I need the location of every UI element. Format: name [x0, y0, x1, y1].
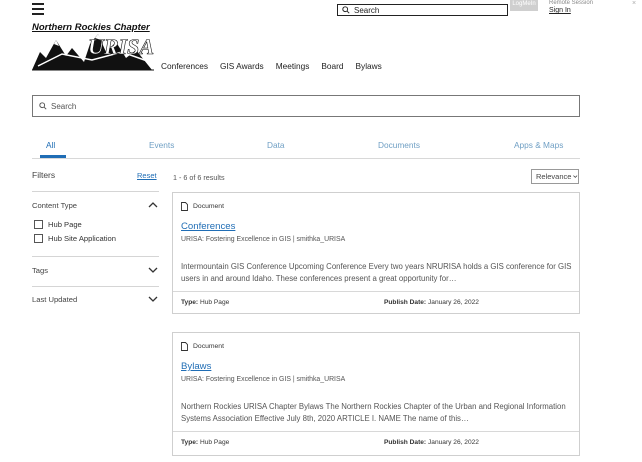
- search-placeholder: Search: [51, 101, 77, 111]
- search-icon: [39, 102, 47, 110]
- result-item-type: Type: Hub Page: [181, 299, 230, 306]
- divider: [32, 256, 159, 257]
- hamburger-icon[interactable]: [32, 3, 44, 15]
- result-type: Document: [181, 202, 224, 211]
- site-logo[interactable]: Northern Rockies Chapter URISA: [32, 22, 154, 72]
- search-input[interactable]: Search: [32, 95, 580, 117]
- chevron-down-icon[interactable]: [148, 266, 158, 274]
- top-bar: Search LogMeIn Remote Session Sign In ×: [0, 0, 642, 20]
- document-icon: [181, 202, 188, 211]
- remote-session-label: Remote Session: [549, 0, 594, 6]
- svg-text:URISA: URISA: [88, 34, 154, 59]
- result-description: Intermountain GIS Conference Upcoming Co…: [181, 262, 572, 283]
- filter-option-label: Hub Page: [48, 220, 82, 229]
- card-divider: [173, 291, 579, 292]
- result-type: Document: [181, 342, 224, 351]
- result-description: Northern Rockies URISA Chapter Bylaws Th…: [181, 402, 566, 423]
- sort-select[interactable]: Relevance: [531, 169, 579, 184]
- result-publish-date: Publish Date: January 26, 2022: [384, 439, 479, 446]
- results-count: 1 - 6 of 6 results: [173, 173, 225, 182]
- nav-conferences[interactable]: Conferences: [161, 61, 208, 71]
- tab-data[interactable]: Data: [267, 140, 285, 150]
- result-card: Document Conferences URISA: Fostering Ex…: [172, 192, 580, 314]
- result-type-label: Document: [193, 203, 224, 210]
- sort-selected-value: Relevance: [536, 172, 572, 181]
- facet-last-updated-label: Last Updated: [32, 295, 78, 304]
- result-title-link[interactable]: Bylaws: [181, 361, 211, 372]
- nav-gis-awards[interactable]: GIS Awards: [220, 61, 264, 71]
- tab-all[interactable]: All: [46, 140, 55, 150]
- filter-option-hub-page[interactable]: Hub Page: [34, 220, 82, 229]
- document-icon: [181, 342, 188, 351]
- active-tab-indicator: [40, 155, 66, 158]
- checkbox[interactable]: [34, 234, 43, 243]
- logo-wordmark: URISA: [88, 34, 154, 60]
- filter-option-hub-site-application[interactable]: Hub Site Application: [34, 234, 116, 243]
- chevron-up-icon[interactable]: [148, 201, 158, 209]
- divider: [32, 286, 159, 287]
- nav-board[interactable]: Board: [321, 61, 343, 71]
- chevron-down-icon: [573, 175, 578, 178]
- facet-content-type-label: Content Type: [32, 201, 78, 210]
- content-tabs: All Events Data Documents Apps & Maps: [32, 138, 580, 159]
- result-publish-date: Publish Date: January 26, 2022: [384, 299, 479, 306]
- top-search-input[interactable]: Search: [337, 4, 508, 16]
- result-type-label: Document: [193, 343, 224, 350]
- result-meta: URISA: Fostering Excellence in GIS | smi…: [181, 376, 346, 383]
- result-card: Document Bylaws URISA: Fostering Excelle…: [172, 332, 580, 456]
- tab-events[interactable]: Events: [149, 140, 174, 150]
- checkbox[interactable]: [34, 220, 43, 229]
- chevron-down-icon[interactable]: [148, 295, 158, 303]
- top-search-placeholder: Search: [354, 5, 380, 15]
- filter-option-label: Hub Site Application: [48, 234, 116, 243]
- reset-filters-link[interactable]: Reset: [137, 171, 157, 180]
- filters-heading: Filters: [32, 170, 56, 180]
- result-meta: URISA: Fostering Excellence in GIS | smi…: [181, 236, 346, 243]
- remote-session-tag: LogMeIn: [510, 0, 538, 11]
- result-title-link[interactable]: Conferences: [181, 221, 235, 232]
- result-item-type: Type: Hub Page: [181, 439, 230, 446]
- facet-tags-label: Tags: [32, 266, 49, 275]
- close-icon[interactable]: ×: [632, 0, 636, 7]
- divider: [32, 191, 159, 192]
- main-nav: Conferences GIS Awards Meetings Board By…: [161, 61, 394, 71]
- search-icon: [342, 6, 350, 14]
- nav-meetings[interactable]: Meetings: [276, 61, 310, 71]
- tab-apps-maps[interactable]: Apps & Maps: [514, 140, 563, 150]
- sign-in-link[interactable]: Sign In: [549, 7, 571, 14]
- nav-bylaws[interactable]: Bylaws: [356, 61, 382, 71]
- card-divider: [173, 431, 579, 432]
- tab-documents[interactable]: Documents: [378, 140, 420, 150]
